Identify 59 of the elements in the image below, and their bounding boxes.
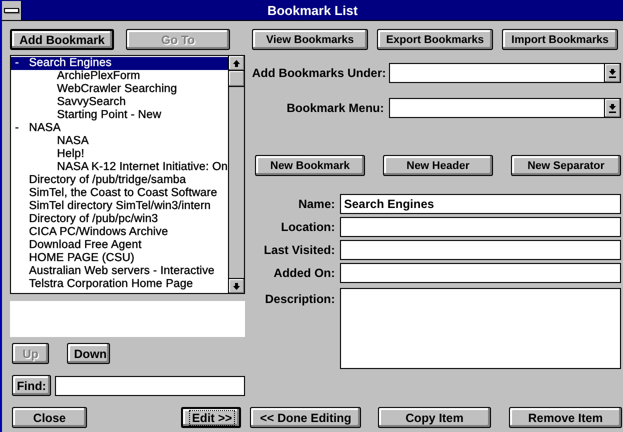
bookmark-item[interactable]: SavvySearch xyxy=(11,96,228,109)
scroll-thumb[interactable] xyxy=(229,71,244,87)
action-button[interactable]: Copy Item xyxy=(378,407,491,428)
bookmark-item[interactable]: WebCrawler Searching xyxy=(11,83,228,96)
combo-label: Add Bookmarks Under: xyxy=(252,66,388,80)
action-button[interactable]: Edit >> xyxy=(181,407,241,428)
description-field[interactable] xyxy=(340,288,621,369)
bookmark-item[interactable]: SimTel, the Coast to Coast Software xyxy=(11,187,228,200)
find-field[interactable] xyxy=(55,376,245,396)
dropdown-arrow-icon xyxy=(609,68,616,78)
scroll-up-button[interactable] xyxy=(229,56,244,71)
dropdown-arrow-icon xyxy=(609,104,616,112)
bookmark-item[interactable]: Australian Web servers - Interactive xyxy=(11,265,228,278)
bookmark-item[interactable]: - NASA xyxy=(11,122,228,135)
bookmark-item[interactable]: Help! xyxy=(11,148,228,161)
new-item-button[interactable]: New Bookmark xyxy=(255,155,365,176)
combo-label: Bookmark Menu: xyxy=(286,101,385,115)
bookmarks-action-button[interactable]: Import Bookmarks xyxy=(502,29,618,50)
scrollbar[interactable] xyxy=(228,56,244,293)
bookmark-item[interactable]: NASA xyxy=(11,135,228,148)
field-label: Description: xyxy=(264,291,336,306)
bookmark-item[interactable]: Telstra Corporation Home Page xyxy=(11,278,228,291)
bookmark-item[interactable]: Directory of /pub/tridge/samba xyxy=(11,174,228,187)
bookmark-item[interactable]: ArchiePlexForm xyxy=(11,70,228,83)
text-field[interactable] xyxy=(340,217,621,237)
window-title: Bookmark List xyxy=(266,2,359,18)
dropdown-field[interactable] xyxy=(389,98,621,118)
bookmark-item[interactable]: Directory of /pub/pc/win3 xyxy=(11,213,228,226)
field-label: Location: xyxy=(280,220,336,234)
field-label: Added On: xyxy=(272,266,336,280)
bookmark-item[interactable]: HOME PAGE (CSU) xyxy=(11,252,228,265)
collapse-toggle[interactable]: - xyxy=(11,57,29,70)
action-button[interactable]: << Done Editing xyxy=(250,407,361,428)
dropdown-field[interactable] xyxy=(389,63,621,83)
bookmark-item[interactable]: Download Free Agent xyxy=(11,239,228,252)
scroll-down-button[interactable] xyxy=(229,278,244,293)
new-item-button[interactable]: New Header xyxy=(383,155,493,176)
text-field[interactable] xyxy=(340,240,621,260)
bookmark-item[interactable]: Starting Point - New xyxy=(11,109,228,122)
bookmarks-action-button[interactable]: View Bookmarks xyxy=(252,29,368,50)
text-field[interactable]: Search Engines xyxy=(340,194,621,214)
arrow-down-icon xyxy=(233,282,240,290)
find-button[interactable]: Find: xyxy=(12,375,51,396)
bookmark-item[interactable]: - Search Engines xyxy=(11,57,228,70)
bookmarks-action-button[interactable]: Export Bookmarks xyxy=(377,29,493,50)
action-button[interactable]: Remove Item xyxy=(509,407,622,428)
system-menu-button[interactable] xyxy=(2,0,22,20)
field-label: Name: xyxy=(297,197,336,211)
collapse-toggle[interactable]: - xyxy=(11,122,29,135)
down-button[interactable]: Down xyxy=(67,343,110,364)
action-button[interactable]: Close xyxy=(12,407,87,428)
text-field[interactable] xyxy=(340,263,621,283)
bookmark-item[interactable]: CICA PC/Windows Archive xyxy=(11,226,228,239)
add-bookmark-button[interactable]: Add Bookmark xyxy=(10,29,114,50)
bookmark-item[interactable]: SimTel directory SimTel/win3/intern xyxy=(11,200,228,213)
new-item-button[interactable]: New Separator xyxy=(511,155,621,176)
arrow-up-icon xyxy=(233,60,240,66)
field-label: Last Visited: xyxy=(262,243,336,257)
bookmark-item[interactable]: NASA K-12 Internet Initiative: On xyxy=(11,161,228,174)
